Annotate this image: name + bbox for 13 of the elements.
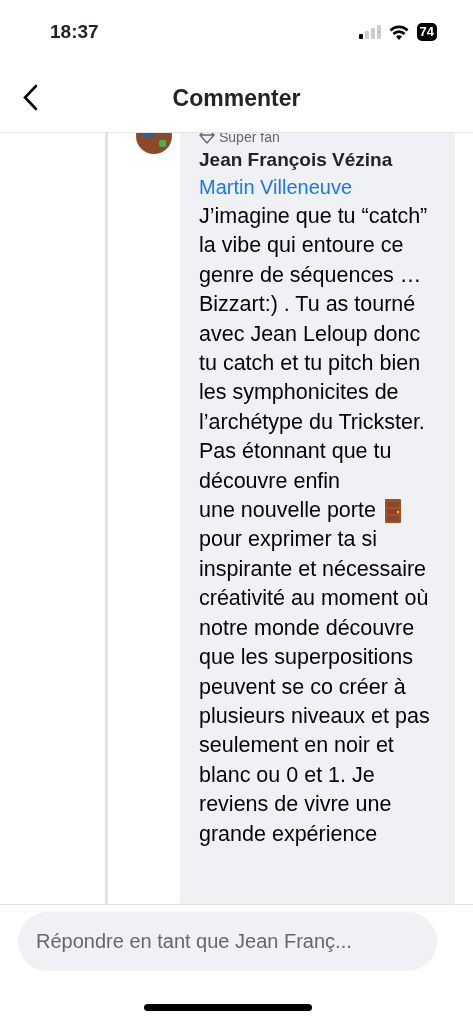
battery-level: 74 — [416, 23, 437, 41]
clock: 18:37 — [50, 19, 99, 44]
back-icon[interactable] — [22, 84, 38, 111]
reply-field[interactable]: Répondre en tant que Jean Franç... — [18, 912, 437, 971]
comment-text: pour exprimer ta si inspirante et nécessaire créativité au moment où notre monde découvre que les superpositions peuvent se co créer à plusieurs niveaux et pas seulement en noir et blanc ou 0 et 1. Je reviens de vivre une grande expérience — [199, 526, 431, 848]
door-icon — [383, 498, 402, 523]
page-title: Commenter — [172, 83, 301, 113]
author-name[interactable]: Jean François Vézina — [199, 147, 441, 173]
signal-icon — [358, 25, 381, 39]
mention-link[interactable]: Martin Villeneuve — [199, 173, 441, 202]
wifi-icon — [388, 24, 409, 40]
comment-text: une nouvelle porte — [199, 497, 376, 525]
diamond-icon — [199, 133, 215, 144]
